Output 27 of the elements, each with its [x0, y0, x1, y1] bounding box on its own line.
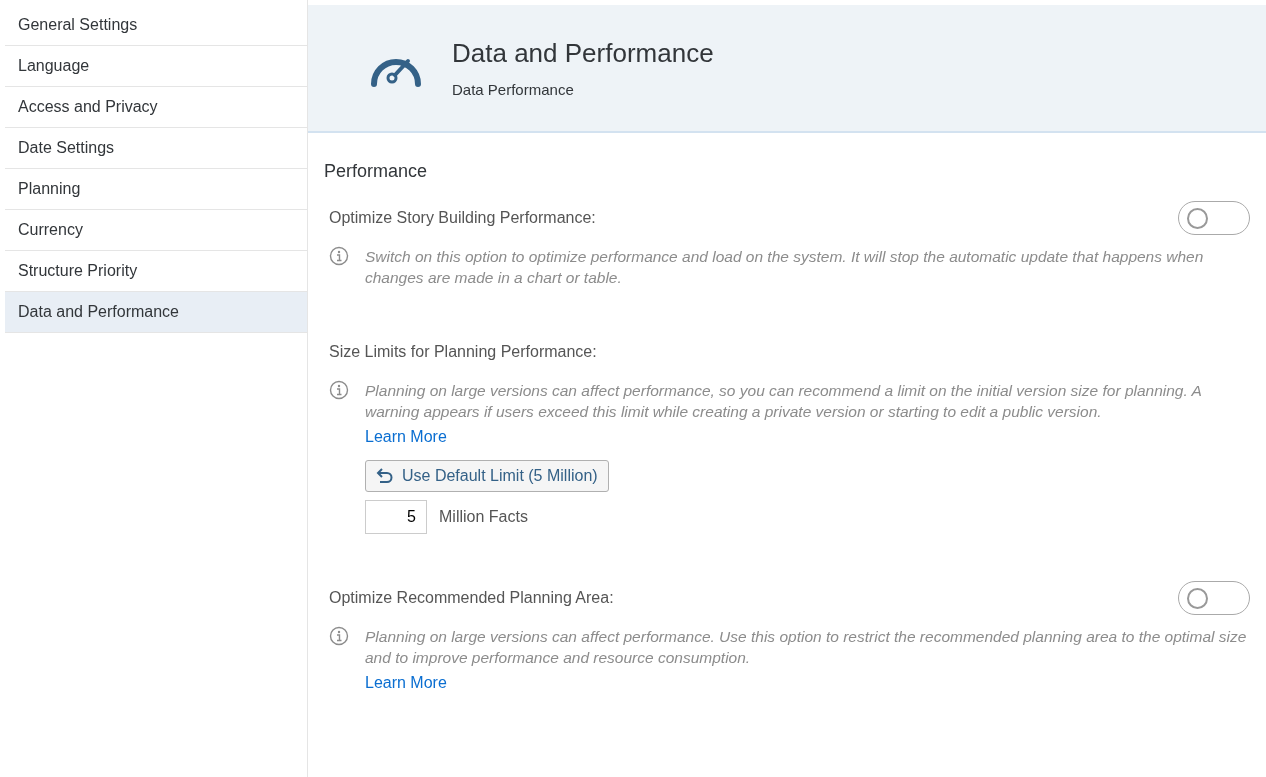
unit-label: Million Facts [439, 508, 528, 526]
learn-more-link[interactable]: Learn More [365, 674, 447, 692]
toggle-switch[interactable] [1178, 201, 1250, 235]
setting-description: Planning on large versions can affect performance, so you can recommend a limit on the initial version size for planning. A warning appears if users exceed this limit while creating a private version or starting to edit a public version. [365, 381, 1203, 422]
learn-more-link[interactable]: Learn More [365, 428, 447, 446]
info-icon [329, 246, 349, 266]
undo-icon [374, 466, 394, 486]
sidebar-item[interactable]: Access and Privacy [5, 87, 307, 128]
page-title: Data and Performance [452, 38, 714, 69]
limit-input[interactable]: 5 [365, 500, 427, 534]
setting-label: Optimize Recommended Planning Area: [329, 589, 614, 607]
setting-label: Size Limits for Planning Performance: [329, 343, 597, 361]
setting-description: Switch on this option to optimize performance and load on the system. It will stop the automatic update that happens when changes are made in a chart or table. [365, 247, 1205, 288]
setting-description: Planning on large versions can affect performance. Use this option to restrict the recommended planning area to the optimal size and to improve performance and resource consumption. [365, 627, 1248, 668]
page-subtitle: Data Performance [452, 81, 575, 98]
section-title: Performance [324, 161, 429, 182]
sidebar-item[interactable]: Currency [5, 210, 307, 251]
sidebar-item[interactable]: Data and Performance [5, 292, 307, 333]
sidebar-item[interactable]: General Settings [5, 5, 307, 46]
use-default-button[interactable]: Use Default Limit (5 Million) [365, 460, 609, 492]
sidebar-item[interactable]: Date Settings [5, 128, 307, 169]
toggle-switch[interactable] [1178, 581, 1250, 615]
sidebar-item[interactable]: Language [5, 46, 307, 87]
setting-label: Optimize Story Building Performance: [329, 209, 596, 227]
info-icon [329, 626, 349, 646]
sidebar-item[interactable]: Planning [5, 169, 307, 210]
info-icon [329, 380, 349, 400]
